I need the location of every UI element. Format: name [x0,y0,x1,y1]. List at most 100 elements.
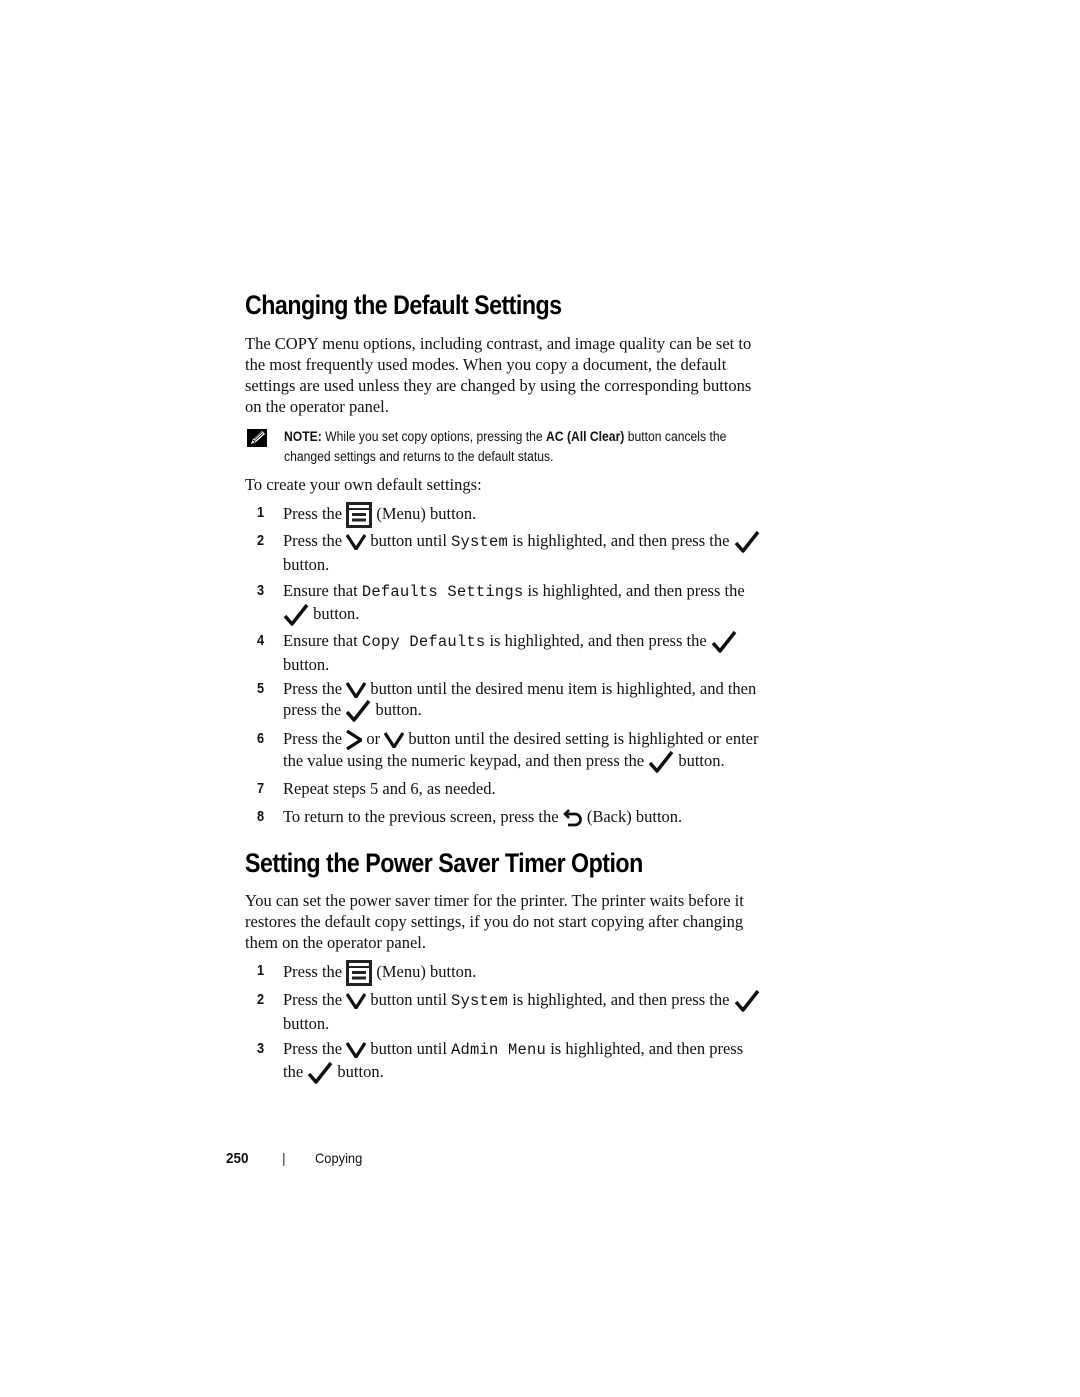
step-number: 6 [257,730,265,747]
step-text: (Menu) [372,961,426,981]
step-body: Press the or button until the desired se… [283,728,813,774]
step-number: 3 [257,582,265,599]
step-text: Press the [283,961,347,981]
chapter-title: Copying [315,1150,363,1166]
menu-item-code: Admin Menu [451,1041,547,1059]
step-text: button until [366,531,452,550]
intro-line: them on the operator panel. [245,933,426,952]
step-text: button. [674,751,725,771]
step-number: 1 [257,504,265,521]
step-text: the [283,1062,308,1081]
checkmark-icon [734,530,760,554]
lead-text: To create your own default settings: [245,475,482,494]
intro-line: The COPY menu options, including contras… [245,334,752,353]
step-body: Ensure that Copy Defaults is highlighted… [283,630,813,675]
step-body: Ensure that Defaults Settings is highlig… [283,580,813,627]
note-text-part: While you set copy options, pressing the [321,429,547,444]
intro-paragraph-default-settings: The COPY menu options, including contras… [245,333,810,417]
step-text: (Menu) [372,503,426,523]
step-text: is highlighted, and then press the [485,631,711,650]
step-body: Repeat steps 5 and 6, as needed. [283,779,496,798]
page-number: 250 [226,1150,249,1167]
step-text: or [362,729,385,748]
intro-line: on the operator panel. [245,397,389,416]
menu-item-code: Defaults Settings [361,583,524,601]
step-text: Press the [283,1039,347,1058]
step-body: Press the button until Admin Menu is hig… [283,1038,813,1085]
step-text: button until the desired menu item is hi… [366,679,757,698]
step-text: button. [283,555,330,575]
step-text: Ensure that [283,581,362,600]
step-text: is highlighted, and then press [546,1039,744,1058]
step-text: Press the [283,679,347,698]
step-text: the value using the numeric keypad, and … [283,751,649,771]
note-bold-ac: AC (All Clear) [546,429,625,444]
section-heading-default-settings: Changing the Default Settings [245,290,562,320]
step-text: Press the [283,729,347,748]
down-arrow-icon [346,1042,367,1059]
step-text: press the [283,700,346,719]
step-text: button. [371,700,422,719]
down-arrow-icon [346,534,367,551]
step-number: 8 [257,808,265,825]
step-text: Press the [283,503,347,523]
checkmark-icon [711,630,737,654]
step-body: Press the button until System is highlig… [283,530,813,575]
menu-icon [346,502,373,528]
note-text-part: button cancels the [624,429,727,444]
down-arrow-icon [384,732,405,749]
checkmark-icon [345,699,371,723]
step-text-bold: (Back) [582,807,632,826]
step-number: 3 [257,1040,265,1057]
back-arrow-icon [562,808,583,828]
step-text: is highlighted, and then press the [523,581,745,600]
step-text: is highlighted, and then press the [508,531,734,550]
note-text-line2: changed settings and returns to the defa… [284,449,554,464]
checkmark-icon [648,750,674,774]
menu-icon [346,960,373,986]
intro-line: restores the default copy settings, if y… [245,912,744,931]
note-pencil-icon [247,429,267,447]
step-text: Press the [283,990,347,1009]
step-text: To return to the previous screen, press … [283,807,563,826]
down-arrow-icon [346,993,367,1010]
footer-separator: | [282,1150,286,1166]
menu-item-code: System [451,992,509,1010]
step-number: 1 [257,962,265,979]
menu-item-code: System [451,533,509,551]
intro-paragraph-power-saver: You can set the power saver timer for th… [245,890,810,953]
step-number: 7 [257,780,265,797]
step-text: Ensure that [283,631,362,650]
step-text: button until the desired setting is high… [404,729,759,748]
checkmark-icon [734,989,760,1013]
step-body: Press the button until the desired menu … [283,678,813,723]
step-body: Press the (Menu) button. [283,960,813,986]
section-heading-power-saver: Setting the Power Saver Timer Option [245,848,643,878]
checkmark-icon [307,1061,333,1085]
step-body: To return to the previous screen, press … [283,806,813,828]
step-number: 5 [257,680,265,697]
step-text: button. [283,655,330,675]
step-text: button. [425,503,477,523]
step-number: 4 [257,632,265,649]
step-text: button. [631,807,683,826]
checkmark-icon [283,603,309,627]
note-text: NOTE: While you set copy options, pressi… [284,427,815,467]
step-text: button. [309,604,360,623]
down-arrow-icon [346,682,367,699]
intro-line: You can set the power saver timer for th… [245,891,744,910]
step-text: button until [366,1039,452,1058]
step-text: Press the [283,531,347,550]
menu-item-code: Copy Defaults [361,633,486,651]
step-number: 2 [257,991,265,1008]
step-text: button until [366,990,452,1009]
step-body: Press the button until System is highlig… [283,989,813,1034]
step-text: is highlighted, and then press the [508,990,734,1009]
step-text: button. [283,1014,330,1034]
step-text: button. [333,1062,384,1081]
step-body: Press the (Menu) button. [283,502,813,528]
step-text: button. [425,961,477,981]
right-arrow-icon [346,730,363,751]
intro-line: settings are used unless they are change… [245,376,752,395]
step-number: 2 [257,532,265,549]
